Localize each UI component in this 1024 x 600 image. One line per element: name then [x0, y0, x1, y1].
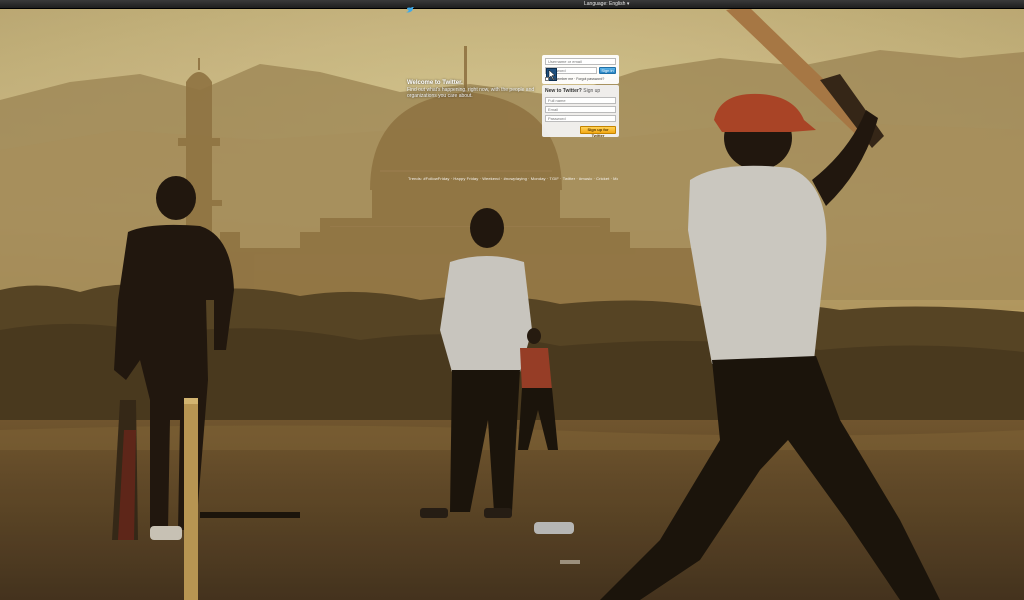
username-field[interactable]	[545, 58, 616, 65]
auth-panel: Sign in Remember me · Forgot password? N…	[542, 55, 619, 138]
welcome-section: Welcome to Twitter. Find out what's happ…	[407, 80, 537, 99]
remember-me-checkbox[interactable]	[545, 77, 549, 82]
twitter-bird-icon[interactable]	[406, 1, 414, 13]
signup-form: New to Twitter? Sign up Sign up for Twit…	[542, 85, 619, 138]
remember-me-label: Remember me · Forgot password?	[550, 77, 605, 81]
welcome-subtitle: Find out what's happening, right now, wi…	[407, 87, 535, 99]
top-navigation-bar: Language: English ▾	[0, 0, 1024, 13]
fullname-field[interactable]	[545, 97, 616, 104]
welcome-title: Welcome to Twitter.	[407, 80, 463, 86]
signup-heading-suffix: Sign up	[583, 88, 601, 94]
language-selector[interactable]: Language: English ▾	[584, 1, 629, 8]
signup-heading-text: New to Twitter?	[545, 88, 582, 94]
email-field[interactable]	[545, 106, 616, 113]
signin-form: Sign in Remember me · Forgot password?	[542, 55, 619, 84]
remember-me-row[interactable]: Remember me · Forgot password?	[545, 77, 605, 82]
signup-password-field[interactable]	[545, 115, 616, 122]
signup-button[interactable]: Sign up for Twitter	[580, 126, 616, 138]
signin-button[interactable]: Sign in	[599, 67, 616, 74]
trending-topics-ticker[interactable]: Trends: #FollowFriday · Happy Friday · W…	[408, 176, 618, 181]
signup-heading: New to Twitter? Sign up	[545, 88, 616, 95]
